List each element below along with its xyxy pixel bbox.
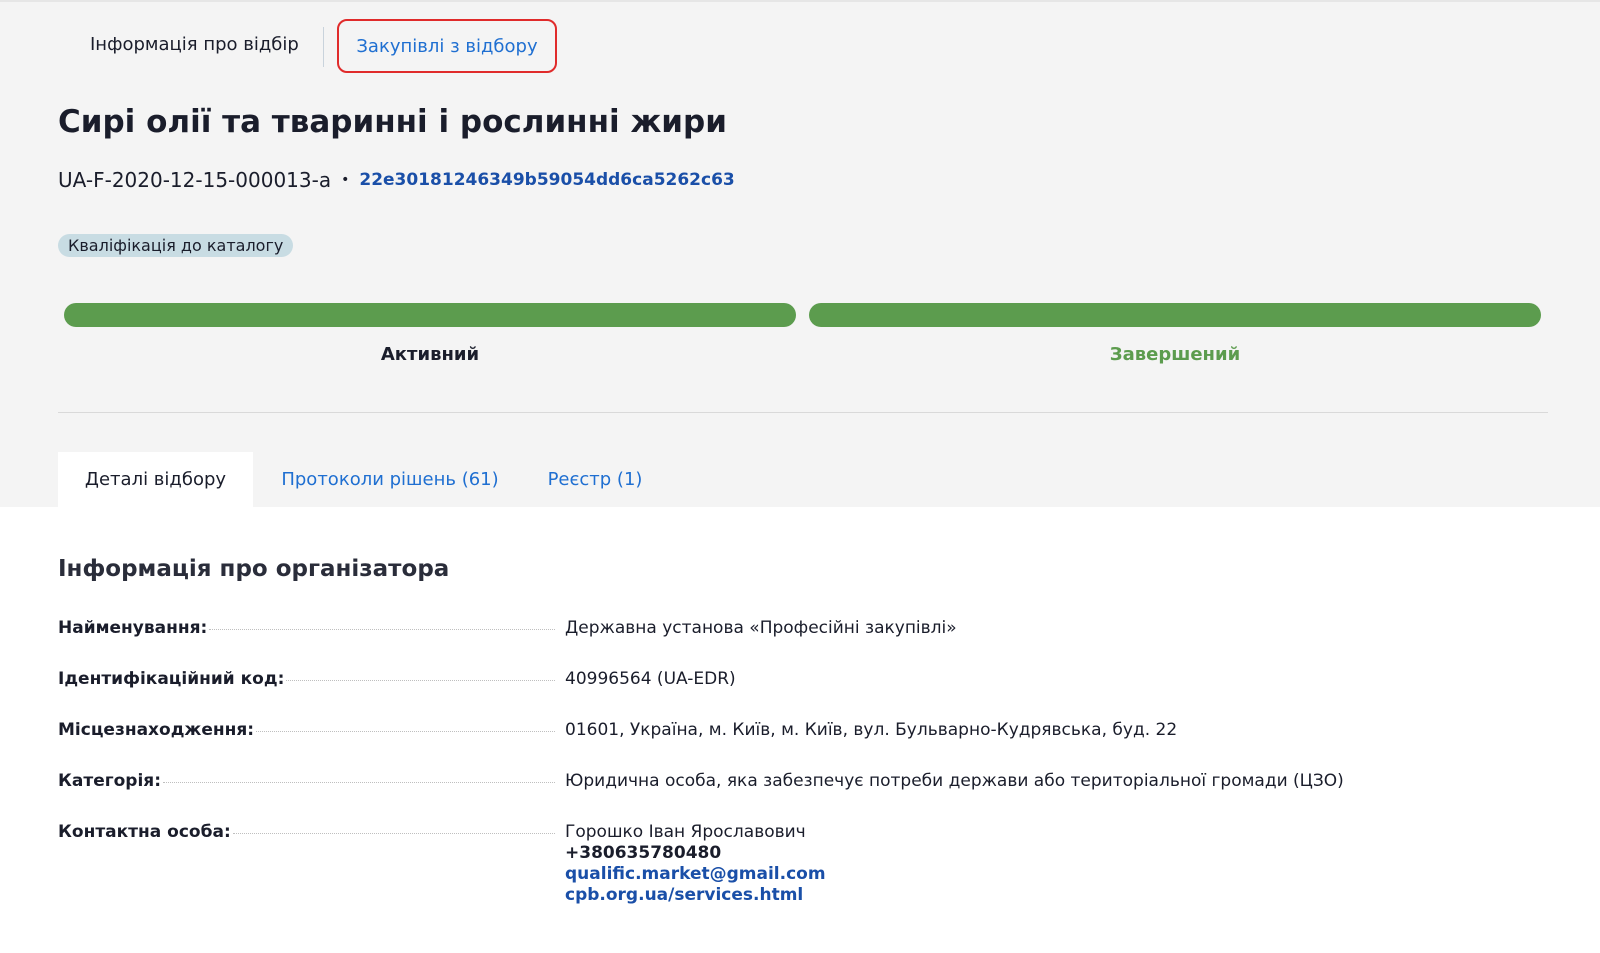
contact-name: Горошко Іван Ярославович [565,822,806,842]
row-value: Юридична особа, яка забезпечує потреби д… [565,771,1344,791]
separator-dot: • [341,172,350,188]
identifier-line: UA-F-2020-12-15-000013-a • 22e3018124634… [58,168,735,192]
row-value: 40996564 (UA-EDR) [565,669,736,689]
stage-label-active: Активний [380,344,480,365]
top-border [0,0,1600,2]
row-label: Найменування: [58,618,208,638]
tab-selection-details[interactable]: Деталі відбору [58,452,253,507]
selection-hash: 22e30181246349b59054dd6ca5262c63 [359,170,735,190]
organizer-section-title: Інформація про організатора [58,556,450,582]
tab-selection-info[interactable]: Інформація про відбір [90,34,299,55]
header-area: Інформація про відбір Закупівлі з відбор… [0,0,1600,507]
contact-website-link[interactable]: cpb.org.ua/services.html [565,885,826,906]
dotted-leader [232,833,555,834]
nav-divider [323,27,324,67]
dotted-leader [209,629,555,630]
contact-details: Горошко Іван Ярославович +380635780480 q… [565,822,826,906]
stage-progress-active [64,303,796,327]
procedure-type-badge: Кваліфікація до каталогу [58,234,294,257]
tab-purchases-from-selection[interactable]: Закупівлі з відбору [337,19,557,73]
row-value: Державна установа «Професійні закупівлі» [565,618,957,638]
stage-label-completed: Завершений [1109,344,1241,365]
section-divider [58,412,1548,413]
page-title: Сирі олії та тваринні і рослинні жири [58,104,727,140]
tab-purchases-label: Закупівлі з відбору [356,35,538,57]
dotted-leader [163,782,555,783]
row-value: 01601, Україна, м. Київ, м. Київ, вул. Б… [565,720,1178,740]
row-label: Категорія: [58,771,162,791]
dotted-leader [256,731,555,732]
tab-registry[interactable]: Реєстр (1) [540,452,650,507]
contact-phone: +380635780480 [565,843,722,863]
dotted-leader [286,680,555,681]
tab-decision-protocols[interactable]: Протоколи рішень (61) [270,452,510,507]
contact-email-link[interactable]: qualific.market@gmail.com [565,864,826,885]
row-label: Ідентифікаційний код: [58,669,285,689]
stage-progress-completed [809,303,1541,327]
selection-code: UA-F-2020-12-15-000013-a [58,168,332,192]
row-label: Місцезнаходження: [58,720,255,740]
row-label: Контактна особа: [58,822,231,842]
